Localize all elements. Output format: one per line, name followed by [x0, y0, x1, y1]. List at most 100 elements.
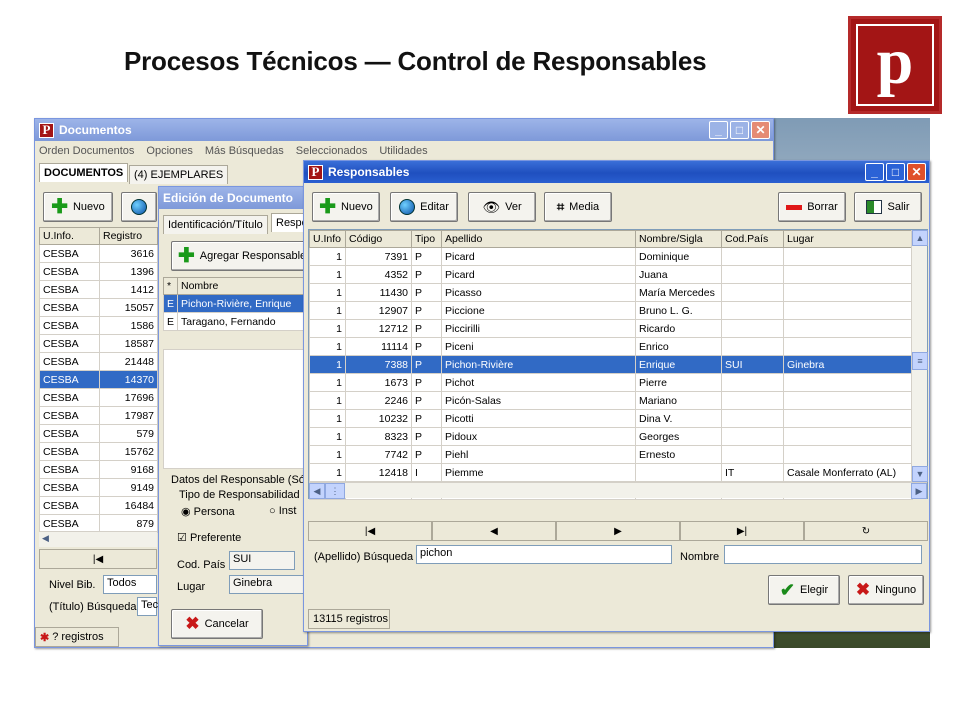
table-row[interactable]: 1 12418 I Piemme IT Casale Monferrato (AL): [309, 463, 913, 482]
scroll-down-icon[interactable]: ▼: [912, 466, 928, 482]
table-row[interactable]: 1 10232 P Picotti Dina V.: [309, 409, 913, 428]
column-header-codigo[interactable]: Código: [345, 230, 412, 248]
menu-item-busquedas[interactable]: Más Búsquedas: [205, 145, 284, 157]
nombre-search-input[interactable]: [724, 545, 922, 564]
table-row[interactable]: CESBA 1396: [39, 262, 158, 281]
table-row[interactable]: 1 7391 P Picard Dominique: [309, 247, 913, 266]
table-row[interactable]: CESBA 21448: [39, 352, 158, 371]
table-row[interactable]: CESBA 1586: [39, 316, 158, 335]
table-row[interactable]: CESBA 16484: [39, 496, 158, 515]
new-document-button[interactable]: ✚ Nuevo: [43, 192, 113, 222]
prev-record-button[interactable]: ◀: [432, 521, 556, 541]
table-row[interactable]: 1 12712 P Piccirilli Ricardo: [309, 319, 913, 338]
ninguno-button[interactable]: ✖ Ninguno: [848, 575, 924, 605]
table-row[interactable]: 1 11430 P Picasso María Mercedes: [309, 283, 913, 302]
table-row[interactable]: CESBA 15057: [39, 298, 158, 317]
menu-item-utilidades[interactable]: Utilidades: [379, 145, 427, 157]
maximize-button[interactable]: □: [886, 163, 905, 181]
table-cell: Pichon-Rivière, Enrique: [177, 294, 310, 313]
table-row[interactable]: CESBA 14370: [39, 370, 158, 389]
scroll-left-icon[interactable]: ◀: [309, 483, 325, 499]
lugar-field[interactable]: Ginebra: [229, 575, 307, 594]
table-row[interactable]: 1 4352 P Picard Juana: [309, 265, 913, 284]
table-row[interactable]: CESBA 17987: [39, 406, 158, 425]
edit-document-button[interactable]: [121, 192, 157, 222]
table-row[interactable]: 1 7388 P Pichon-Rivière Enrique SUI Ginebra: [309, 355, 913, 374]
next-record-button[interactable]: ▶: [556, 521, 680, 541]
column-header-star[interactable]: *: [163, 277, 178, 295]
table-row[interactable]: E Pichon-Rivière, Enrique: [163, 294, 310, 313]
column-header-tipo[interactable]: Tipo: [411, 230, 442, 248]
table-row[interactable]: CESBA 15762: [39, 442, 158, 461]
column-header-lugar[interactable]: Lugar: [783, 230, 913, 248]
column-header-registro[interactable]: Registro: [99, 227, 158, 245]
table-row[interactable]: E Taragano, Fernando: [163, 312, 310, 331]
borrar-button[interactable]: Borrar: [778, 192, 846, 222]
tab-ejemplares[interactable]: (4) EJEMPLARES: [129, 165, 229, 184]
column-header-uinfo[interactable]: U.Info.: [39, 227, 100, 245]
radio-persona[interactable]: ◉ Persona: [181, 505, 235, 518]
table-row[interactable]: CESBA 17696: [39, 388, 158, 407]
table-row[interactable]: CESBA 879: [39, 514, 158, 533]
column-header-uinfo[interactable]: U.Info: [309, 230, 346, 248]
column-header-nombre[interactable]: Nombre/Sigla: [635, 230, 722, 248]
scroll-hthumb[interactable]: ⋮: [325, 483, 345, 499]
table-row[interactable]: 1 2246 P Picón-Salas Mariano: [309, 391, 913, 410]
tab-documentos[interactable]: DOCUMENTOS: [39, 163, 129, 182]
column-header-nombre[interactable]: Nombre: [177, 277, 310, 295]
media-button[interactable]: ⌗ Media: [544, 192, 612, 222]
cod-pais-field[interactable]: SUI: [229, 551, 295, 570]
responsables-titlebar[interactable]: P Responsables _ □ ✕: [304, 161, 929, 183]
add-responsable-button[interactable]: ✚ Agregar Responsable: [171, 241, 311, 271]
edit-document-titlebar[interactable]: Edición de Documento: [159, 187, 307, 209]
table-cell: Taragano, Fernando: [177, 312, 310, 331]
table-row[interactable]: CESBA 9149: [39, 478, 158, 497]
nuevo-button[interactable]: ✚ Nuevo: [312, 192, 380, 222]
table-row[interactable]: CESBA 3616: [39, 244, 158, 263]
scroll-right-icon[interactable]: ▶: [911, 483, 927, 499]
column-header-apellido[interactable]: Apellido: [441, 230, 636, 248]
menu-item-seleccionados[interactable]: Seleccionados: [296, 145, 368, 157]
table-cell: Juana: [635, 265, 722, 284]
maximize-button[interactable]: □: [730, 121, 749, 139]
documents-hscroll[interactable]: ◀: [39, 531, 157, 547]
title-search-input[interactable]: Tec: [137, 597, 158, 616]
table-row[interactable]: 1 8323 P Pidoux Georges: [309, 427, 913, 446]
radio-institucion[interactable]: ○ Inst: [269, 505, 296, 517]
responsables-hscroll[interactable]: ◀ ⋮ ▶: [309, 482, 927, 499]
apellido-search-input[interactable]: pichon: [416, 545, 672, 564]
table-row[interactable]: CESBA 1412: [39, 280, 158, 299]
table-row[interactable]: 1 11114 P Piceni Enrico: [309, 337, 913, 356]
ver-button[interactable]: 👁 Ver: [468, 192, 536, 222]
table-row[interactable]: 1 1673 P Pichot Pierre: [309, 373, 913, 392]
close-button[interactable]: ✕: [751, 121, 770, 139]
first-record-button[interactable]: |◀: [308, 521, 432, 541]
table-row[interactable]: CESBA 18587: [39, 334, 158, 353]
documentos-titlebar[interactable]: P Documentos _ □ ✕: [35, 119, 773, 141]
table-row[interactable]: 1 12907 P Piccione Bruno L. G.: [309, 301, 913, 320]
salir-button[interactable]: Salir: [854, 192, 922, 222]
menu-item-opciones[interactable]: Opciones: [146, 145, 192, 157]
table-row[interactable]: CESBA 9168: [39, 460, 158, 479]
table-row[interactable]: CESBA 579: [39, 424, 158, 443]
table-row[interactable]: 1 7742 P Piehl Ernesto: [309, 445, 913, 464]
table-cell: [721, 409, 784, 428]
editar-button[interactable]: Editar: [390, 192, 458, 222]
column-header-codpais[interactable]: Cod.País: [721, 230, 784, 248]
menu-item-orden[interactable]: Orden Documentos: [39, 145, 134, 157]
minimize-button[interactable]: _: [865, 163, 884, 181]
last-record-button[interactable]: ▶|: [680, 521, 804, 541]
tab-identificacion[interactable]: Identificación/Título: [163, 215, 268, 234]
close-button[interactable]: ✕: [907, 163, 926, 181]
scroll-up-icon[interactable]: ▲: [912, 230, 928, 246]
refresh-button[interactable]: ↻: [804, 521, 928, 541]
first-record-button[interactable]: |◀: [39, 549, 157, 569]
table-cell: Picón-Salas: [441, 391, 636, 410]
preferente-checkbox[interactable]: ☑ Preferente: [177, 531, 241, 544]
scroll-thumb[interactable]: ≡: [912, 352, 928, 370]
nivel-select[interactable]: Todos: [103, 575, 157, 594]
minimize-button[interactable]: _: [709, 121, 728, 139]
cancel-button[interactable]: ✖ Cancelar: [171, 609, 263, 639]
elegir-button[interactable]: ✔ Elegir: [768, 575, 840, 605]
responsables-vscroll[interactable]: ▲ ≡ ▼: [911, 230, 928, 482]
